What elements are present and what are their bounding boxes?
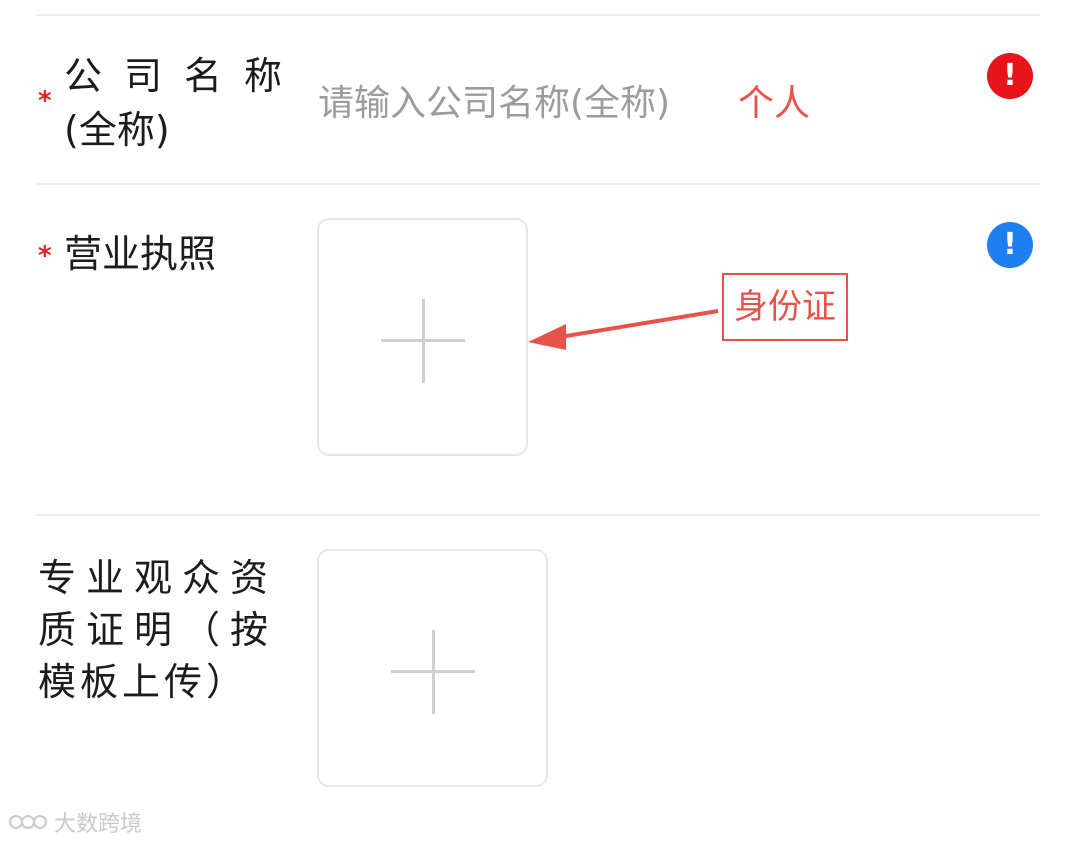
watermark: 大数跨境 xyxy=(8,806,142,838)
watermark-text: 大数跨境 xyxy=(54,812,143,837)
qualification-label: 专业观众资 质证明（按 模板上传） xyxy=(38,556,279,704)
qualification-upload[interactable] xyxy=(317,549,548,787)
plus-icon xyxy=(432,630,435,714)
logo-icon xyxy=(9,815,47,829)
annotation-id-card: 身份证 xyxy=(722,273,848,341)
